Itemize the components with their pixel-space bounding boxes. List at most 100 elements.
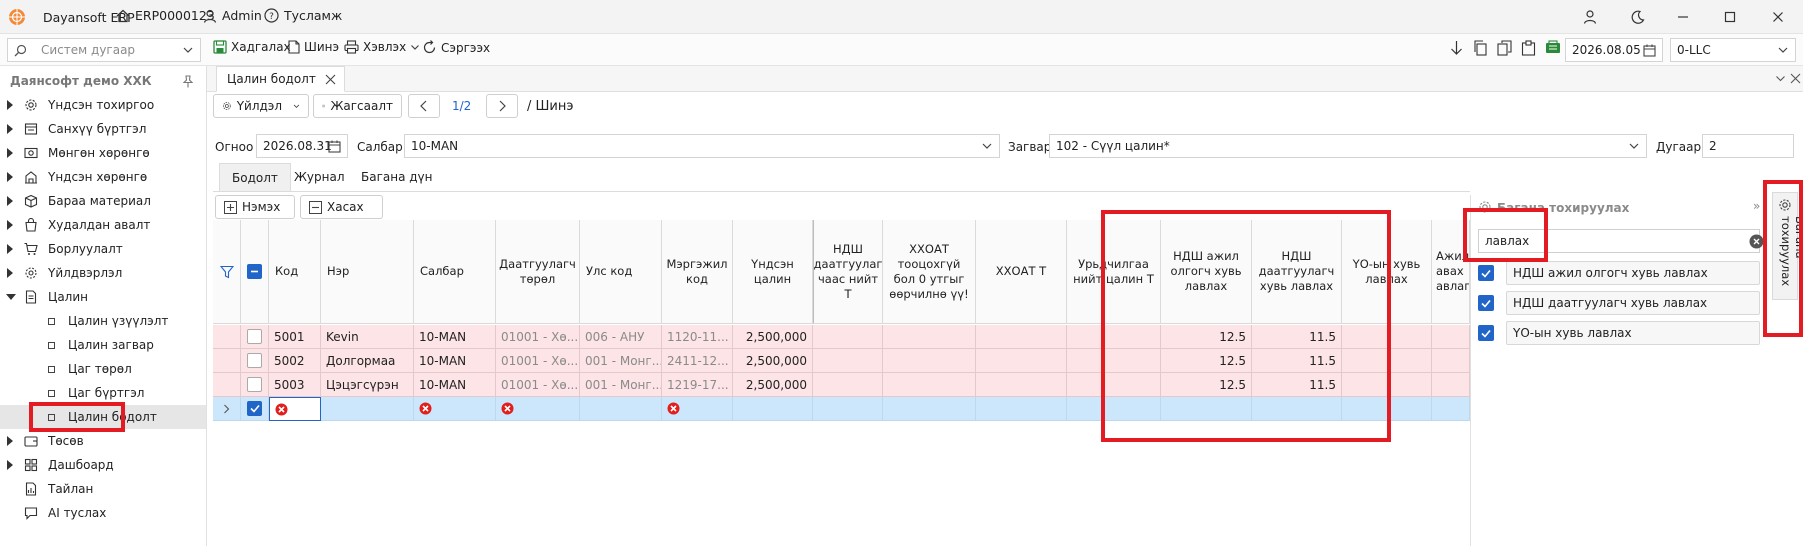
cell-branch[interactable]: 10-MAN: [414, 349, 496, 373]
cell-base-salary[interactable]: 2,500,000: [733, 349, 813, 373]
nav-payroll-template[interactable]: Цалин загвар: [0, 333, 206, 357]
cell-ndsh-employer[interactable]: 12.5: [1161, 373, 1252, 397]
row-checkbox-cell[interactable]: [241, 397, 269, 421]
company-code-link[interactable]: ERP0000123: [116, 8, 215, 23]
cell-yo[interactable]: [1342, 349, 1432, 373]
col-branch[interactable]: Салбар: [414, 220, 496, 324]
select-all-header[interactable]: [241, 220, 269, 324]
clear-search-icon[interactable]: [1749, 234, 1764, 249]
cell-empty[interactable]: [883, 325, 976, 349]
new-table-row[interactable]: [213, 397, 1470, 421]
cell-yo[interactable]: [1342, 325, 1432, 349]
col-name[interactable]: Нэр: [321, 220, 414, 324]
nav-production[interactable]: Үйлдвэрлэл: [0, 261, 206, 285]
cell-empty[interactable]: [883, 397, 976, 421]
col-hhoat[interactable]: ХХОАТ Т: [976, 220, 1067, 324]
copy-icon[interactable]: [1473, 40, 1488, 56]
row-checkbox-cell[interactable]: [241, 373, 269, 397]
column-settings-side-tab[interactable]: Багана тохируулах: [1772, 192, 1803, 300]
col-country-code[interactable]: Улс код: [580, 220, 662, 324]
col-advance-total[interactable]: Урьдчилгаа нийт цалин Т: [1067, 220, 1161, 324]
nav-sales[interactable]: Борлуулалт: [0, 237, 206, 261]
arrow-down-icon[interactable]: [1449, 40, 1464, 56]
cell-receivable[interactable]: [1432, 397, 1470, 421]
cell-profession[interactable]: 1120-11...: [662, 325, 733, 349]
cell-country[interactable]: 006 - АНУ: [580, 325, 662, 349]
nav-payroll-indicator[interactable]: Цалин үзүүлэлт: [0, 309, 206, 333]
nav-payroll[interactable]: Цалин: [0, 285, 206, 309]
cell-branch[interactable]: 10-MAN: [414, 325, 496, 349]
cell-code[interactable]: 5003: [269, 373, 321, 397]
user-menu[interactable]: Admin: [203, 8, 262, 23]
template-select[interactable]: 102 - Сүүл цалин*: [1049, 134, 1647, 158]
close-tab-icon[interactable]: [325, 74, 336, 85]
cell-country[interactable]: [580, 397, 662, 421]
col-insurer-type[interactable]: Даатгуулагч төрөл: [496, 220, 580, 324]
actions-dropdown-button[interactable]: Үйлдэл: [213, 94, 309, 118]
cell-ndsh-employer[interactable]: 12.5: [1161, 325, 1252, 349]
nav-purchasing[interactable]: Худалдан авалт: [0, 213, 206, 237]
cell-empty[interactable]: [1067, 397, 1161, 421]
paste-icon[interactable]: [1521, 40, 1536, 56]
cell-empty[interactable]: [1067, 373, 1161, 397]
previous-page-button[interactable]: [408, 94, 440, 118]
tab-payroll-calculation[interactable]: Цалин бодолт: [216, 66, 345, 92]
cell-name[interactable]: Цэцэгсүрэн: [321, 373, 414, 397]
chevron-down-icon[interactable]: [1775, 73, 1786, 84]
nav-basic-settings[interactable]: Үндсэн тохиргоо: [0, 93, 206, 117]
col-receivable[interactable]: Ажилчдаас авах авлага: [1432, 220, 1470, 324]
cell-ndsh-insured[interactable]: 11.5: [1252, 325, 1342, 349]
col-hhoat-zero[interactable]: ХХОАТ тооцохгүй бол 0 утгыг өөрчилнө үү!: [883, 220, 976, 324]
next-page-button[interactable]: [486, 94, 518, 118]
cell-name[interactable]: Долгормаа: [321, 349, 414, 373]
cell-ndsh-insured[interactable]: 11.5: [1252, 373, 1342, 397]
nav-reports[interactable]: Тайлан: [0, 477, 206, 501]
nav-time-record[interactable]: Цаг бүртгэл: [0, 381, 206, 405]
cell-empty[interactable]: [1067, 349, 1161, 373]
cell-profession[interactable]: 1219-17...: [662, 373, 733, 397]
col-yo-ref[interactable]: ҮО-ын хувь лавлах: [1342, 220, 1432, 324]
cell-code[interactable]: 5002: [269, 349, 321, 373]
cell-insurer-type[interactable]: 01001 - Хө...: [496, 325, 580, 349]
cell-branch[interactable]: [414, 397, 496, 421]
maximize-button[interactable]: [1718, 6, 1742, 28]
cell-ndsh-insured[interactable]: 11.5: [1252, 349, 1342, 373]
column-search-input[interactable]: лавлах: [1478, 229, 1764, 253]
cell-name[interactable]: Kevin: [321, 325, 414, 349]
nav-cash[interactable]: Мөнгөн хөрөнгө: [0, 141, 206, 165]
number-input[interactable]: 2: [1702, 134, 1794, 158]
help-link[interactable]: ? Тусламж: [264, 8, 342, 23]
column-checkbox-checked[interactable]: [1478, 265, 1494, 281]
cell-ndsh-employer[interactable]: [1161, 397, 1252, 421]
cell-empty[interactable]: [976, 349, 1067, 373]
nav-budget[interactable]: Төсөв: [0, 429, 206, 453]
nav-dashboard[interactable]: Дашбоард: [0, 453, 206, 477]
close-window-button[interactable]: [1766, 6, 1790, 28]
cell-base-salary[interactable]: [733, 397, 813, 421]
cell-empty[interactable]: [976, 373, 1067, 397]
row-checkbox-checked[interactable]: [247, 401, 262, 416]
tab-calculation[interactable]: Бодолт: [219, 163, 291, 191]
add-row-button[interactable]: Нэмэх: [215, 195, 295, 219]
user-switch-button[interactable]: [1578, 6, 1602, 28]
cell-base-salary[interactable]: 2,500,000: [733, 373, 813, 397]
excel-export-icon[interactable]: [1545, 40, 1561, 56]
column-option-ndsh-insured[interactable]: НДШ даатгуулагч хувь лавлах: [1478, 291, 1760, 315]
nav-ai-assistant[interactable]: AI туслах: [0, 501, 206, 525]
list-button[interactable]: Жагсаалт: [313, 94, 402, 118]
col-code[interactable]: Код: [269, 220, 321, 324]
row-checkbox[interactable]: [247, 377, 262, 392]
cell-empty[interactable]: [976, 397, 1067, 421]
new-button[interactable]: Шинэ: [288, 40, 339, 54]
nav-payroll-calculation[interactable]: Цалин бодолт: [0, 405, 206, 429]
date-input[interactable]: 2026.08.31: [256, 134, 348, 158]
col-ndsh-insured-ref[interactable]: НДШ даатгуулагч хувь лавлах: [1252, 220, 1342, 324]
cell-base-salary[interactable]: 2,500,000: [733, 325, 813, 349]
column-option-yo[interactable]: ҮО-ын хувь лавлах: [1478, 321, 1760, 345]
minimize-button[interactable]: [1671, 6, 1695, 28]
print-button[interactable]: Хэвлэх: [344, 40, 420, 54]
cell-insurer-type[interactable]: 01001 - Хө...: [496, 373, 580, 397]
pin-icon[interactable]: [182, 75, 194, 88]
cell-empty[interactable]: [813, 373, 883, 397]
nav-finance[interactable]: Санхүү бүртгэл: [0, 117, 206, 141]
